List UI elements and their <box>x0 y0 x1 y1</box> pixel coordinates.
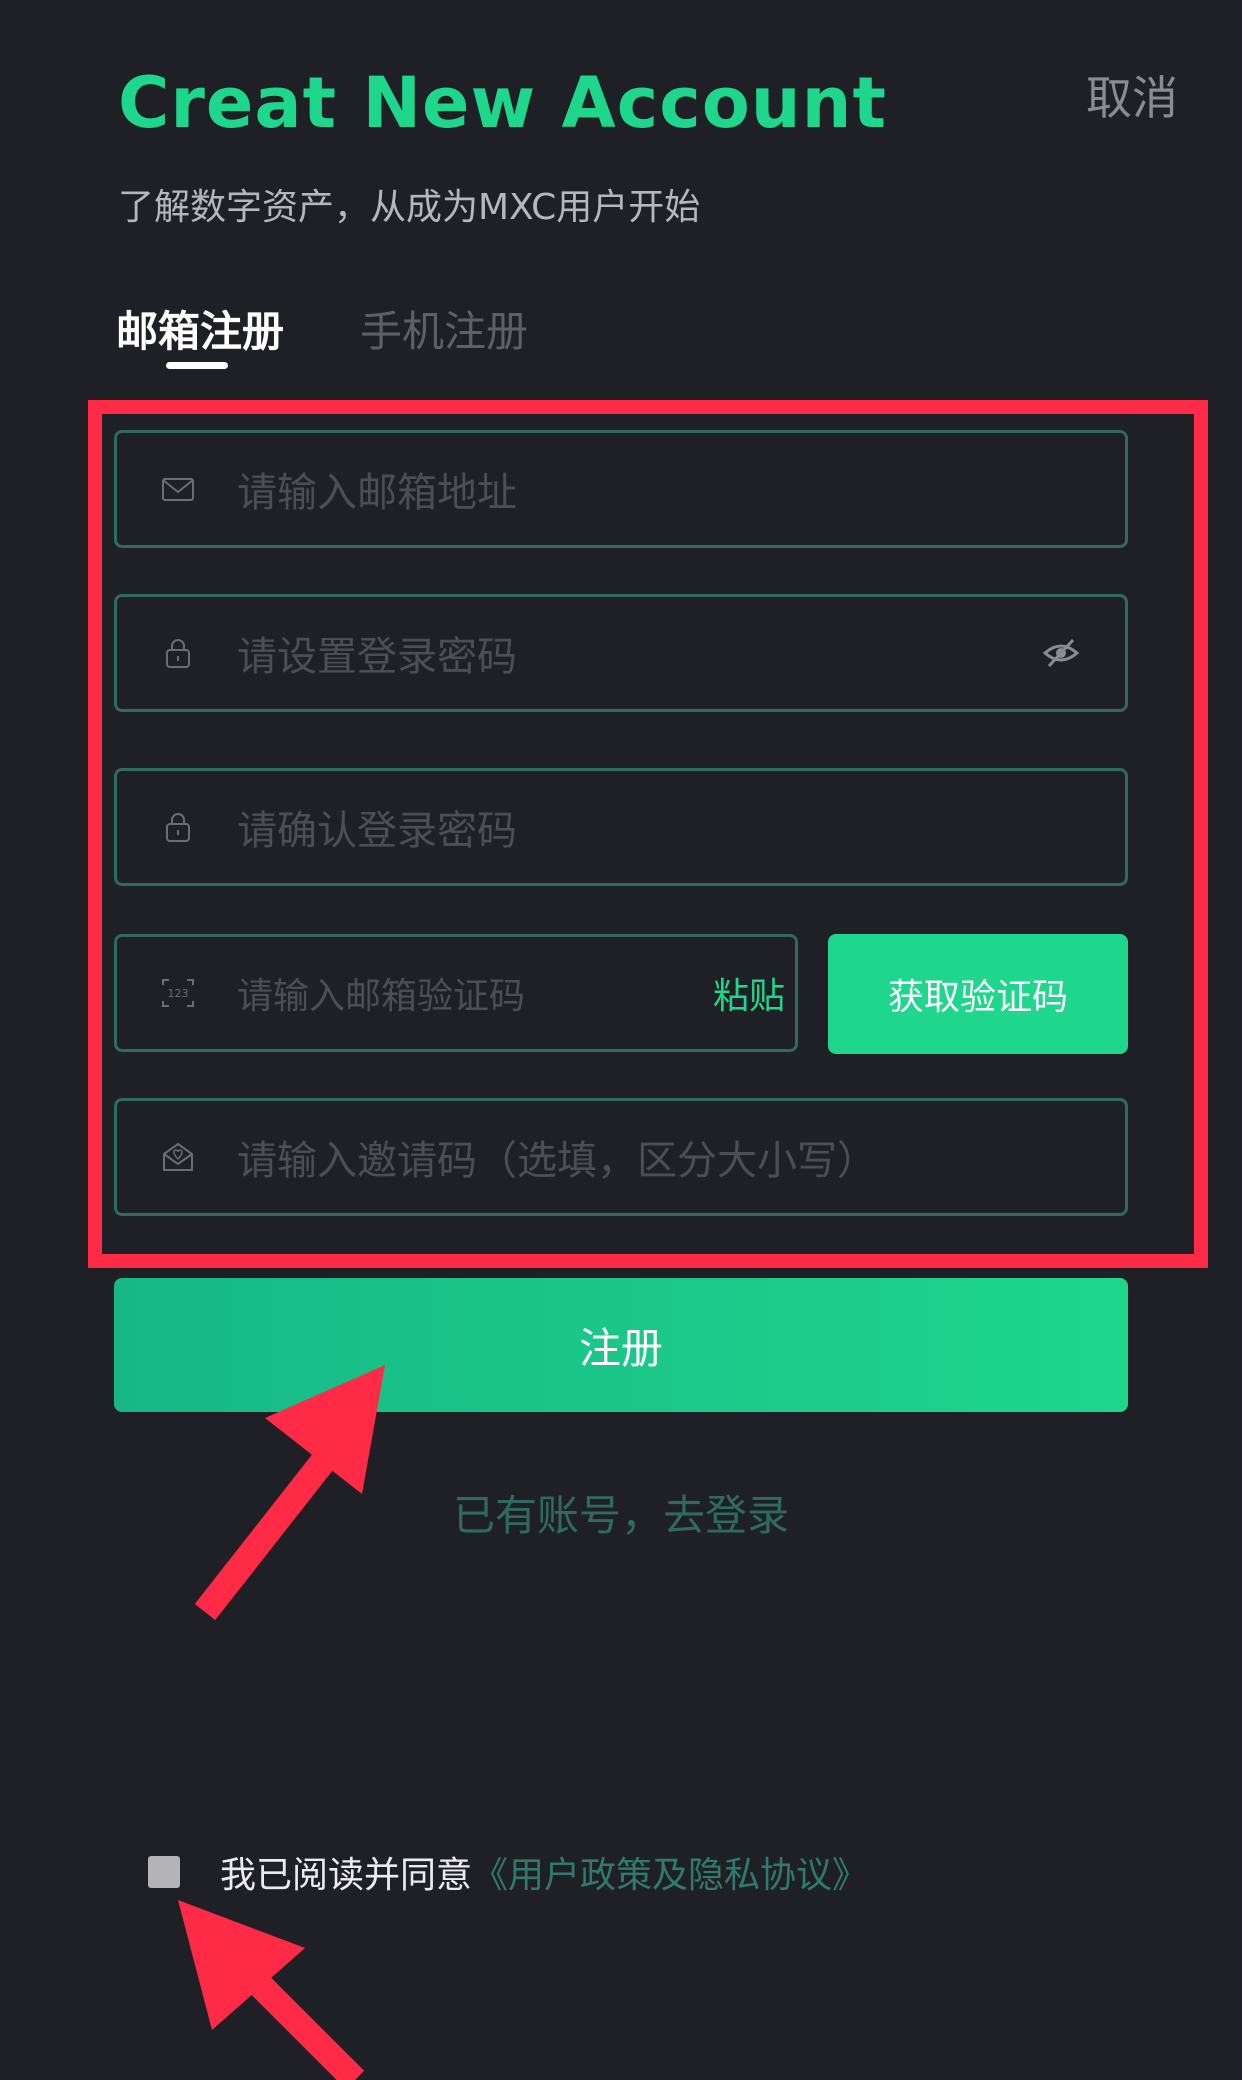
envelope-icon <box>162 478 194 501</box>
tab-email-register[interactable]: 邮箱注册 <box>116 298 284 359</box>
paste-button[interactable]: 粘贴 <box>713 967 785 1019</box>
number-123-icon: 123 <box>162 979 194 1007</box>
agreement-checkbox[interactable] <box>148 1856 180 1888</box>
agreement-row: 我已阅读并同意 《用户政策及隐私协议》 <box>148 1846 868 1898</box>
page-subtitle: 了解数字资产，从成为MXC用户开始 <box>118 187 701 228</box>
email-code-field[interactable]: 123 请输入邮箱验证码 粘贴 <box>114 934 798 1052</box>
invite-code-field[interactable]: 请输入邀请码（选填，区分大小写） <box>114 1098 1128 1216</box>
confirm-password-placeholder: 请确认登录密码 <box>237 808 517 854</box>
active-tab-indicator <box>166 362 228 369</box>
get-code-button[interactable]: 获取验证码 <box>828 934 1128 1054</box>
cancel-button[interactable]: 取消 <box>1086 62 1178 128</box>
password-field[interactable]: 请设置登录密码 <box>114 594 1128 712</box>
page-title: Creat New Account <box>118 62 887 144</box>
gift-envelope-icon <box>163 1142 193 1171</box>
invite-placeholder: 请输入邀请码（选填，区分大小写） <box>237 1138 877 1184</box>
tab-phone-register[interactable]: 手机注册 <box>360 298 528 359</box>
agreement-text: 我已阅读并同意 <box>220 1855 473 1896</box>
eye-slash-icon[interactable] <box>1041 633 1081 673</box>
login-link[interactable]: 已有账号，去登录 <box>0 1482 1242 1543</box>
password-placeholder: 请设置登录密码 <box>237 634 517 680</box>
email-placeholder: 请输入邮箱地址 <box>237 470 517 516</box>
lock-icon <box>166 639 190 668</box>
svg-text:123: 123 <box>168 987 189 1000</box>
register-button[interactable]: 注册 <box>114 1278 1128 1412</box>
confirm-password-field[interactable]: 请确认登录密码 <box>114 768 1128 886</box>
policy-link[interactable]: 《用户政策及隐私协议》 <box>472 1846 868 1898</box>
email-field[interactable]: 请输入邮箱地址 <box>114 430 1128 548</box>
lock-icon <box>166 813 190 842</box>
annotation-arrow-checkbox <box>178 1900 365 2080</box>
code-placeholder: 请输入邮箱验证码 <box>237 976 526 1017</box>
